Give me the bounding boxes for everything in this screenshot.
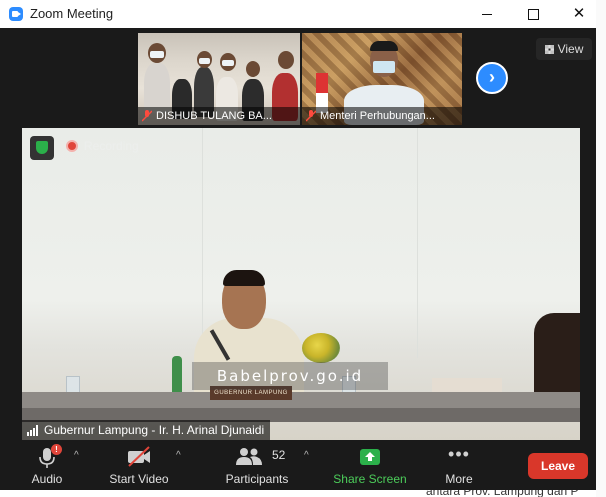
recording-label: Recording [84,139,139,153]
wall-panel-line [202,128,203,358]
background-document-strip [596,0,606,497]
participant-head [278,51,294,69]
minimize-icon [482,13,492,15]
participant-thumbnail[interactable]: Menteri Perhubungan... [302,33,462,125]
speaker-name-label: Gubernur Lampung - Ir. H. Arinal Djunaid… [22,420,271,440]
meeting-toolbar: ! Audio ^ Start Video ^ 52 Participants … [0,440,596,490]
zoom-window: Zoom Meeting ✕ DISHUB TULANG BA... Mente… [0,0,596,490]
face-mask [222,60,234,66]
maximize-button[interactable] [510,2,556,26]
participants-count: 52 [272,448,286,462]
participants-options-caret[interactable]: ^ [304,450,309,461]
recording-icon [66,140,78,152]
speaker-hair [223,270,265,286]
participant-name-label: Menteri Perhubungan... [302,107,462,125]
muted-mic-icon [306,110,316,122]
participant-name-label: DISHUB TULANG BA... [138,107,300,125]
audio-warning-badge: ! [51,444,62,455]
video-off-icon [128,446,150,467]
participant-figure [144,63,170,113]
audio-button[interactable]: ! Audio [22,440,72,490]
view-button[interactable]: View [536,38,592,60]
signal-strength-icon [27,425,39,436]
zoom-logo-icon [9,7,23,21]
face-mask [150,51,164,58]
leave-button[interactable]: Leave [528,453,588,479]
next-page-button[interactable]: › [476,62,508,94]
flower-arrangement [302,333,340,363]
grid-view-icon [544,45,554,54]
participants-button[interactable]: 52 Participants [220,440,294,490]
muted-mic-icon [142,110,152,122]
window-title: Zoom Meeting [30,6,114,21]
watermark: Babelprov.go.id [192,362,388,390]
audio-options-caret[interactable]: ^ [74,450,79,461]
participant-thumbnail[interactable]: DISHUB TULANG BA... [138,33,300,125]
share-screen-icon [360,449,380,465]
water-bottle [172,356,182,394]
more-button[interactable]: ••• More [434,440,484,490]
more-dots-icon: ••• [448,444,470,464]
participants-icon [236,448,262,465]
wall-panel-line [417,128,418,358]
participant-hair [370,41,398,51]
face-mask [199,58,210,64]
start-video-button[interactable]: Start Video [104,440,174,490]
active-speaker-video[interactable]: Recording GUBERNUR LAMPUNG Babelprov.go.… [22,128,580,440]
maximize-icon [527,8,539,20]
close-button[interactable]: ✕ [556,2,596,26]
share-screen-button[interactable]: Share Screen [332,440,408,490]
security-shield-icon[interactable] [30,136,54,160]
participant-head [246,61,260,77]
close-icon: ✕ [572,5,586,22]
video-options-caret[interactable]: ^ [176,450,181,461]
minimize-button[interactable] [464,2,510,26]
title-bar: Zoom Meeting ✕ [0,0,596,28]
chevron-right-icon: › [489,67,495,87]
face-mask [373,61,395,73]
